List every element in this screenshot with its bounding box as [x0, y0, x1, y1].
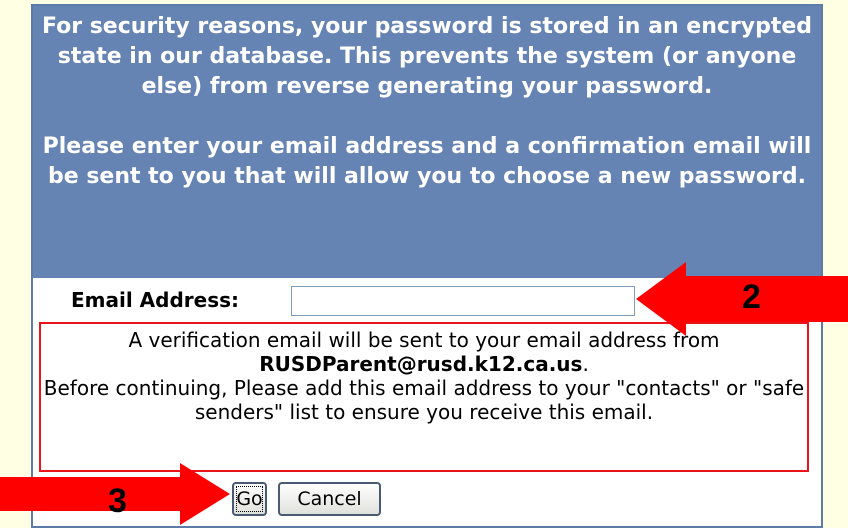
cancel-button[interactable]: Cancel [278, 482, 381, 516]
notice-line2: Before continuing, Please add this email… [43, 376, 805, 424]
sender-email: RUSDParent@rusd.k12.ca.us [259, 352, 583, 376]
email-input[interactable] [291, 286, 635, 316]
security-explanation: For security reasons, your password is s… [41, 14, 813, 99]
instructions: Please enter your email address and a co… [42, 134, 812, 189]
step-2-label: 2 [742, 278, 761, 316]
sender-suffix: . [582, 352, 589, 376]
notice-sender-line: RUSDParent@rusd.k12.ca.us. [41, 352, 807, 376]
email-label: Email Address: [71, 288, 240, 312]
step-3-label: 3 [108, 482, 127, 520]
verification-notice: A verification email will be sent to you… [39, 322, 809, 472]
go-button[interactable]: Go [232, 482, 267, 516]
info-banner: For security reasons, your password is s… [33, 6, 821, 278]
